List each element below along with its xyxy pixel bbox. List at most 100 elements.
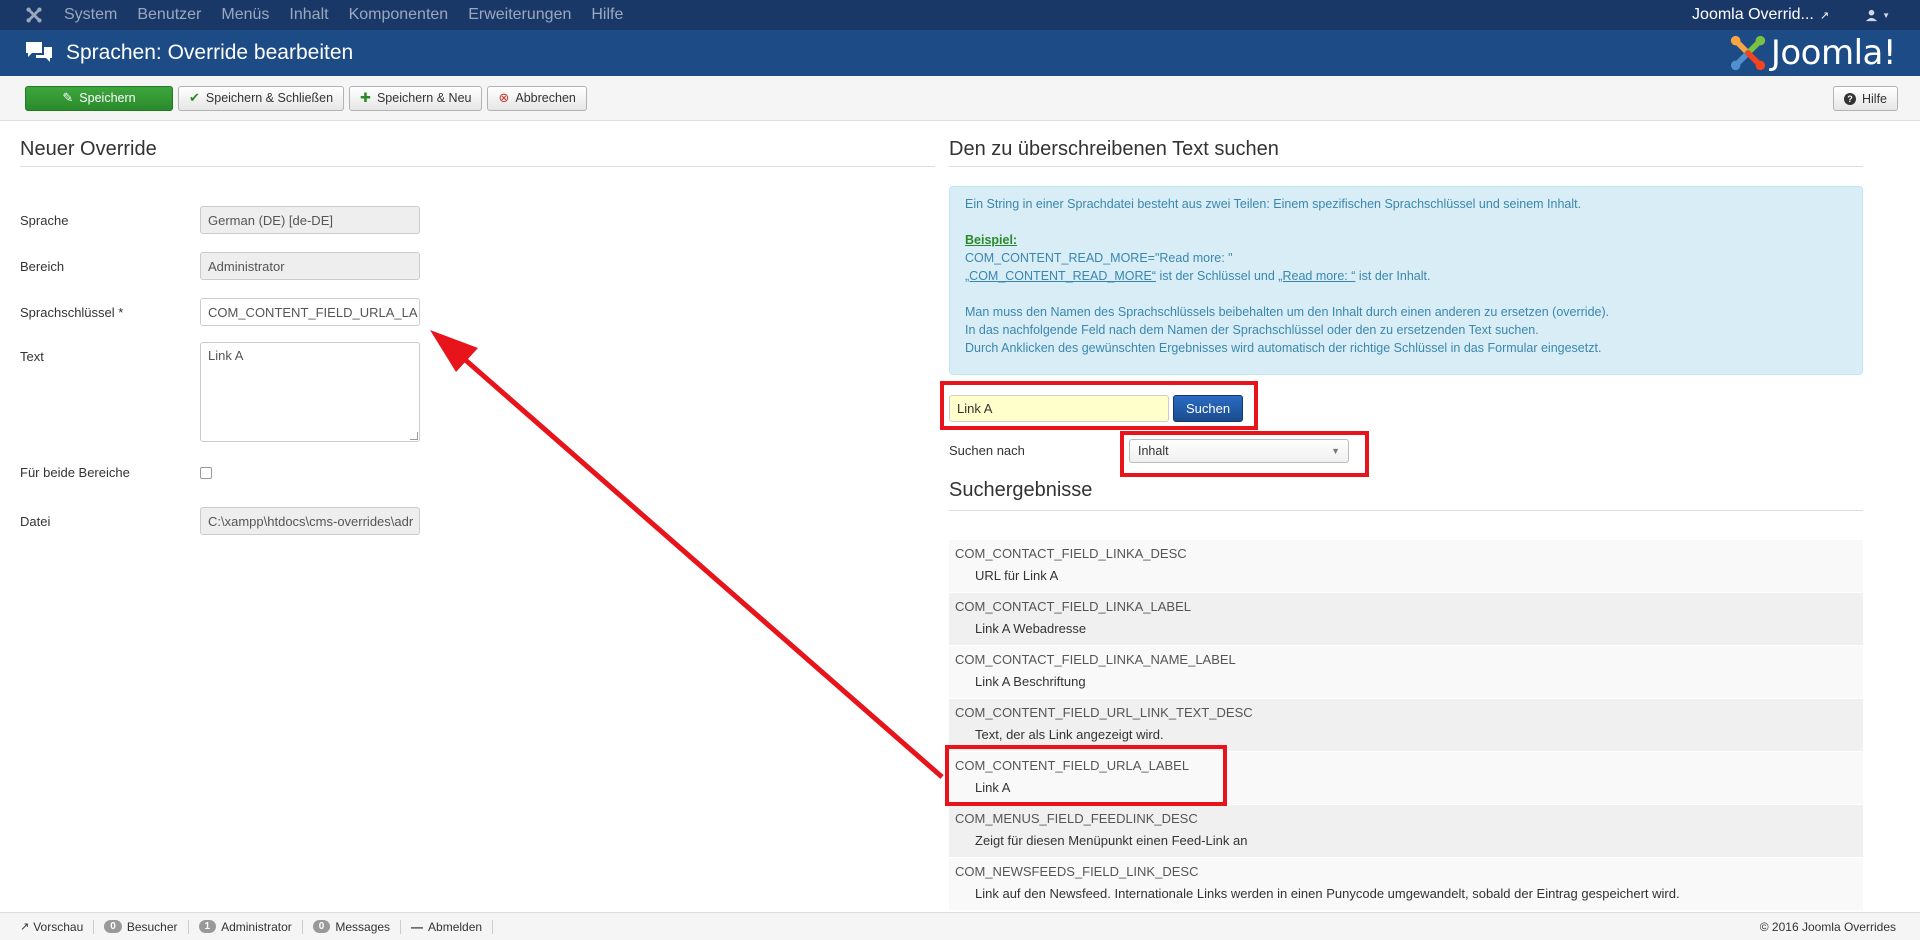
chevron-down-icon: ▼: [1882, 10, 1890, 20]
page-header: Sprachen: Override bearbeiten Joomla!: [0, 30, 1920, 76]
visitors-status: 0 Besucher: [94, 919, 189, 934]
user-menu[interactable]: ▼: [1865, 9, 1890, 22]
messages-badge: 0: [312, 920, 331, 933]
result-item[interactable]: COM_CONTACT_FIELD_LINKA_LABEL Link A Web…: [949, 593, 1863, 646]
override-form: Neuer Override Sprache German (DE) [de-D…: [20, 121, 935, 535]
menu-menus[interactable]: Menüs: [221, 6, 269, 24]
menu-extensions[interactable]: Erweiterungen: [468, 6, 571, 24]
result-item[interactable]: COM_MENUS_FIELD_FEEDLINK_DESC Zeigt für …: [949, 805, 1863, 858]
save-new-button[interactable]: ✚ Speichern & Neu: [349, 85, 483, 111]
result-key: COM_CONTENT_FIELD_URLA_LABEL: [955, 758, 1190, 773]
joomla-logo: Joomla!: [1729, 33, 1897, 73]
admin-label: Administrator: [221, 919, 292, 934]
info-line-4: In das nachfolgende Feld nach dem Namen …: [965, 323, 1539, 337]
language-label: Sprache: [20, 212, 69, 228]
visitors-label: Besucher: [126, 919, 178, 934]
search-button[interactable]: Suchen: [1173, 395, 1243, 422]
search-input[interactable]: Link A: [949, 395, 1169, 422]
info-line-5: Durch Anklicken des gewünschten Ergebnis…: [965, 341, 1602, 355]
text-textarea[interactable]: Link A: [200, 342, 420, 442]
visitors-badge: 0: [104, 920, 122, 933]
search-by-label: Suchen nach: [949, 443, 1025, 458]
text-row: Text Link A: [20, 342, 420, 442]
both-areas-checkbox[interactable]: [200, 466, 212, 479]
result-key: COM_CONTACT_FIELD_LINKA_DESC: [955, 546, 1187, 561]
save-new-label: Speichern & Neu: [376, 91, 472, 105]
result-value: URL für Link A: [975, 568, 1059, 583]
arrow-head: [430, 330, 478, 372]
cancel-label: Abbrechen: [515, 91, 576, 105]
logout-link[interactable]: — Abmelden: [401, 919, 494, 934]
text-label: Text: [20, 349, 44, 364]
area-label: Bereich: [20, 258, 65, 274]
cancel-button[interactable]: ⊗ Abbrechen: [487, 85, 587, 111]
external-link-icon: ↗: [1819, 9, 1830, 22]
joomla-menu-icon[interactable]: [18, 0, 50, 30]
file-field: C:\xampp\htdocs\cms-overrides\adr: [200, 507, 420, 535]
question-icon: ?: [1843, 92, 1856, 105]
edit-icon: ✎: [62, 90, 74, 105]
both-areas-label: Für beide Bereiche: [20, 465, 130, 480]
preview-link[interactable]: ↗ Vorschau: [10, 919, 95, 934]
result-key: COM_CONTACT_FIELD_LINKA_LABEL: [955, 599, 1191, 614]
plus-icon: ✚: [360, 90, 371, 105]
example-label: Beispiel:: [965, 233, 1018, 247]
info-line-3: Man muss den Namen des Sprachschlüssels …: [965, 305, 1610, 319]
result-key: COM_MENUS_FIELD_FEEDLINK_DESC: [955, 811, 1198, 826]
save-close-button[interactable]: ✔ Speichern & Schließen: [178, 85, 345, 111]
admin-status: 1 Administrator: [189, 919, 303, 934]
result-key: COM_NEWSFEEDS_FIELD_LINK_DESC: [955, 864, 1199, 879]
example-mid: ist der Schlüssel und: [1156, 269, 1279, 283]
menu-content[interactable]: Inhalt: [289, 6, 328, 24]
arrow-line: [460, 355, 944, 779]
admin-badge: 1: [198, 920, 217, 933]
preview-label: Vorschau: [33, 919, 84, 934]
check-icon: ✔: [189, 90, 200, 105]
result-value: Text, der als Link angezeigt wird.: [975, 727, 1164, 742]
result-key: COM_CONTACT_FIELD_LINKA_NAME_LABEL: [955, 652, 1236, 667]
language-row: Sprache German (DE) [de-DE]: [20, 206, 420, 234]
language-field: German (DE) [de-DE]: [200, 206, 420, 234]
save-button[interactable]: ✎ Speichern: [25, 85, 173, 111]
result-item[interactable]: COM_CONTACT_FIELD_LINKA_DESC URL für Lin…: [949, 540, 1863, 593]
external-link-icon: ↗: [20, 921, 30, 933]
menu-system[interactable]: System: [64, 6, 117, 24]
search-panel: Den zu überschreibenen Text suchen Ein S…: [949, 121, 1863, 911]
result-item[interactable]: COM_CONTACT_FIELD_LINKA_NAME_LABEL Link …: [949, 646, 1863, 699]
area-row: Bereich Administrator: [20, 252, 420, 280]
text-value: Link A: [208, 348, 244, 363]
language-key-input[interactable]: COM_CONTENT_FIELD_URLA_LA: [200, 298, 420, 326]
result-item[interactable]: COM_CONTENT_FIELD_URLA_LABEL Link A: [949, 752, 1863, 805]
example-val: „Read more: “: [1278, 269, 1356, 283]
menu-components[interactable]: Komponenten: [349, 6, 449, 24]
help-label: Hilfe: [1861, 91, 1887, 106]
result-value: Link A Webadresse: [975, 621, 1087, 636]
result-item[interactable]: COM_NEWSFEEDS_FIELD_LINK_DESC Link auf d…: [949, 858, 1863, 911]
logout-label: Abmelden: [428, 919, 483, 934]
logo-text: Joomla!: [1770, 33, 1897, 73]
example-explanation: „COM_CONTENT_READ_MORE“ ist der Schlüsse…: [965, 267, 1847, 285]
page-title: Sprachen: Override bearbeiten: [66, 41, 354, 64]
result-value: Link A Beschriftung: [975, 674, 1086, 689]
search-by-select[interactable]: Inhalt ▼: [1129, 439, 1349, 463]
result-item[interactable]: COM_CONTENT_FIELD_URL_LINK_TEXT_DESC Tex…: [949, 699, 1863, 752]
site-name: Joomla Overrid...: [1692, 6, 1814, 23]
key-row: Sprachschlüssel * COM_CONTENT_FIELD_URLA…: [20, 298, 420, 326]
chevron-down-icon: ▼: [1331, 446, 1340, 456]
menu-users[interactable]: Benutzer: [137, 6, 201, 24]
example-line: COM_CONTENT_READ_MORE="Read more: ": [965, 251, 1233, 265]
help-button[interactable]: ? Hilfe: [1832, 86, 1898, 111]
site-link[interactable]: Joomla Overrid... ↗: [1692, 6, 1829, 24]
top-navbar: System Benutzer Menüs Inhalt Komponenten…: [0, 0, 1920, 30]
file-label: Datei: [20, 513, 51, 529]
resize-handle[interactable]: [410, 432, 418, 440]
save-close-label: Speichern & Schließen: [205, 91, 334, 105]
joomla-logo-icon: [1730, 35, 1765, 71]
save-label: Speichern: [79, 91, 136, 105]
key-label: Sprachschlüssel *: [20, 304, 124, 320]
results-list: COM_CONTACT_FIELD_LINKA_DESC URL für Lin…: [949, 540, 1863, 911]
menu-help[interactable]: Hilfe: [591, 6, 623, 24]
search-title: Den zu überschreibenen Text suchen: [949, 121, 1863, 167]
form-title: Neuer Override: [20, 121, 935, 167]
messages-status[interactable]: 0 Messages: [303, 919, 402, 934]
